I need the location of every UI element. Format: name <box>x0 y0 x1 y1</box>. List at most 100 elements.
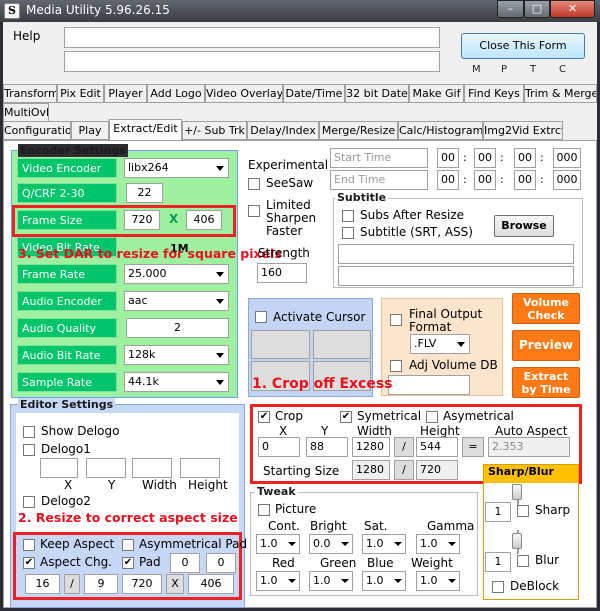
end-hh[interactable]: 00 <box>437 170 459 190</box>
delogo1-checkbox[interactable] <box>23 444 35 456</box>
tab-merge-resize[interactable]: Merge/Resize <box>319 121 398 140</box>
tab-extract-edit[interactable]: Extract/Edit <box>109 119 182 140</box>
help-text-field-2[interactable] <box>64 51 440 72</box>
tab-player[interactable]: Player <box>104 84 147 103</box>
start-time-input[interactable]: Start Time <box>330 148 428 168</box>
weight-select[interactable]: 1.0 <box>416 571 460 591</box>
tab-configuration[interactable]: Configuration <box>3 121 71 140</box>
show-delogo-checkbox[interactable] <box>23 426 35 438</box>
tab-play[interactable]: Play <box>71 121 109 140</box>
picture-checkbox[interactable] <box>258 504 270 516</box>
output-format-select[interactable]: .FLV <box>410 334 470 354</box>
gamma-select[interactable]: 1.0 <box>416 534 460 554</box>
final-output-checkbox[interactable] <box>390 314 402 326</box>
limited-sharpen-checkbox[interactable] <box>248 205 260 217</box>
blur-slider-handle[interactable] <box>512 533 522 549</box>
delogo-y-input[interactable] <box>86 458 126 478</box>
pad-value-2[interactable]: 0 <box>206 553 236 573</box>
start-mm[interactable]: 00 <box>474 148 496 168</box>
browse-button[interactable]: Browse <box>494 215 554 237</box>
strength-input[interactable]: 160 <box>257 263 307 283</box>
sharp-slider-handle[interactable] <box>512 484 522 500</box>
resize-height-input[interactable]: 406 <box>188 574 234 594</box>
tab-sub-trk[interactable]: +/- Sub Trk <box>182 121 247 140</box>
blur-value[interactable]: 1 <box>485 552 511 572</box>
seesaw-checkbox[interactable] <box>248 178 260 190</box>
close-window-button[interactable]: ✕ <box>550 0 595 18</box>
aspect-chg-checkbox[interactable]: ✔ <box>23 557 35 569</box>
maximize-button[interactable]: □ <box>524 0 550 18</box>
tab-date-time[interactable]: Date/Time <box>283 84 345 103</box>
tab-pix-edit[interactable]: Pix Edit <box>57 84 104 103</box>
end-ms[interactable]: 000 <box>553 170 581 190</box>
end-ss[interactable]: 00 <box>514 170 536 190</box>
cont-select[interactable]: 1.0 <box>256 534 300 554</box>
end-mm[interactable]: 00 <box>474 170 496 190</box>
frame-rate-select[interactable]: 25.000 <box>124 264 229 284</box>
tab-transform[interactable]: Transform <box>3 84 57 103</box>
subtitle-path-field[interactable] <box>338 244 574 264</box>
start-ss[interactable]: 00 <box>514 148 536 168</box>
subtitle-srt-checkbox[interactable] <box>342 227 354 239</box>
cursor-cell-2[interactable] <box>313 330 371 359</box>
tab-calc-histogram[interactable]: Calc/Histogram <box>398 121 483 140</box>
blue-select[interactable]: 1.0 <box>362 571 406 591</box>
audio-encoder-select[interactable]: aac <box>124 291 229 311</box>
subs-after-resize-checkbox[interactable] <box>342 210 354 222</box>
volume-check-button[interactable]: Volume Check <box>512 293 580 324</box>
crop-width-input[interactable]: 1280 <box>352 437 390 457</box>
keep-aspect-checkbox[interactable] <box>23 539 35 551</box>
sharp-checkbox[interactable] <box>517 505 529 517</box>
delogo2-checkbox[interactable] <box>23 496 35 508</box>
aspect-den-input[interactable]: 9 <box>84 574 118 594</box>
tab-add-logo[interactable]: Add Logo <box>147 84 205 103</box>
crop-checkbox[interactable]: ✔ <box>258 411 270 423</box>
asym-pad-checkbox[interactable] <box>122 539 134 551</box>
sat-select[interactable]: 1.0 <box>362 534 406 554</box>
cursor-cell-1[interactable] <box>251 330 310 359</box>
start-ms[interactable]: 000 <box>553 148 581 168</box>
tab-multiovly[interactable]: MultiOvly <box>3 103 49 122</box>
crop-height-input[interactable]: 544 <box>416 437 458 457</box>
audio-quality-input[interactable]: 2 <box>126 318 229 338</box>
crop-y-input[interactable]: 88 <box>306 437 348 457</box>
blur-checkbox[interactable] <box>517 555 529 567</box>
help-text-field[interactable] <box>64 27 440 48</box>
video-encoder-select[interactable]: libx264 <box>124 158 229 178</box>
tab-make-gif[interactable]: Make Gif <box>409 84 464 103</box>
tab-img2vid[interactable]: Img2Vid Extrct <box>483 121 563 140</box>
start-hh[interactable]: 00 <box>437 148 459 168</box>
close-form-button[interactable]: Close This Form <box>461 33 585 59</box>
tab-find-keys[interactable]: Find Keys <box>464 84 524 103</box>
delogo-height-input[interactable] <box>180 458 220 478</box>
end-time-input[interactable]: End Time <box>330 170 428 190</box>
tab-trim-merge[interactable]: Trim & Merge <box>524 84 597 103</box>
qcrf-input[interactable]: 22 <box>126 183 163 203</box>
deblock-checkbox[interactable] <box>492 581 504 593</box>
tab-32-bit-date[interactable]: 32 bit Date <box>345 84 409 103</box>
minimize-button[interactable]: – <box>497 0 524 18</box>
tab-delay-index[interactable]: Delay/Index <box>247 121 319 140</box>
adj-volume-checkbox[interactable] <box>390 360 402 372</box>
preview-button[interactable]: Preview <box>512 330 580 361</box>
subtitle-path-field-2[interactable] <box>338 266 574 286</box>
pad-value-1[interactable]: 0 <box>170 553 200 573</box>
audio-bitrate-select[interactable]: 128k <box>124 345 229 365</box>
green-select[interactable]: 1.0 <box>309 571 353 591</box>
aspect-num-input[interactable]: 16 <box>25 574 60 594</box>
asymetrical-checkbox[interactable] <box>426 411 438 423</box>
delogo-x-input[interactable] <box>40 458 78 478</box>
sharp-value[interactable]: 1 <box>485 502 511 522</box>
adj-volume-input[interactable] <box>388 375 470 395</box>
crop-x-input[interactable]: 0 <box>258 437 300 457</box>
pad-checkbox[interactable]: ✔ <box>122 557 134 569</box>
delogo-width-input[interactable] <box>132 458 172 478</box>
extract-by-time-button[interactable]: Extract by Time <box>512 367 580 398</box>
bright-select[interactable]: 0.0 <box>309 534 353 554</box>
sample-rate-select[interactable]: 44.1k <box>124 372 229 392</box>
symetrical-checkbox[interactable]: ✔ <box>340 411 352 423</box>
resize-width-input[interactable]: 720 <box>122 574 162 594</box>
activate-cursor-checkbox[interactable] <box>255 311 267 323</box>
tab-video-overlay[interactable]: Video Overlay <box>205 84 283 103</box>
red-select[interactable]: 1.0 <box>256 571 300 591</box>
